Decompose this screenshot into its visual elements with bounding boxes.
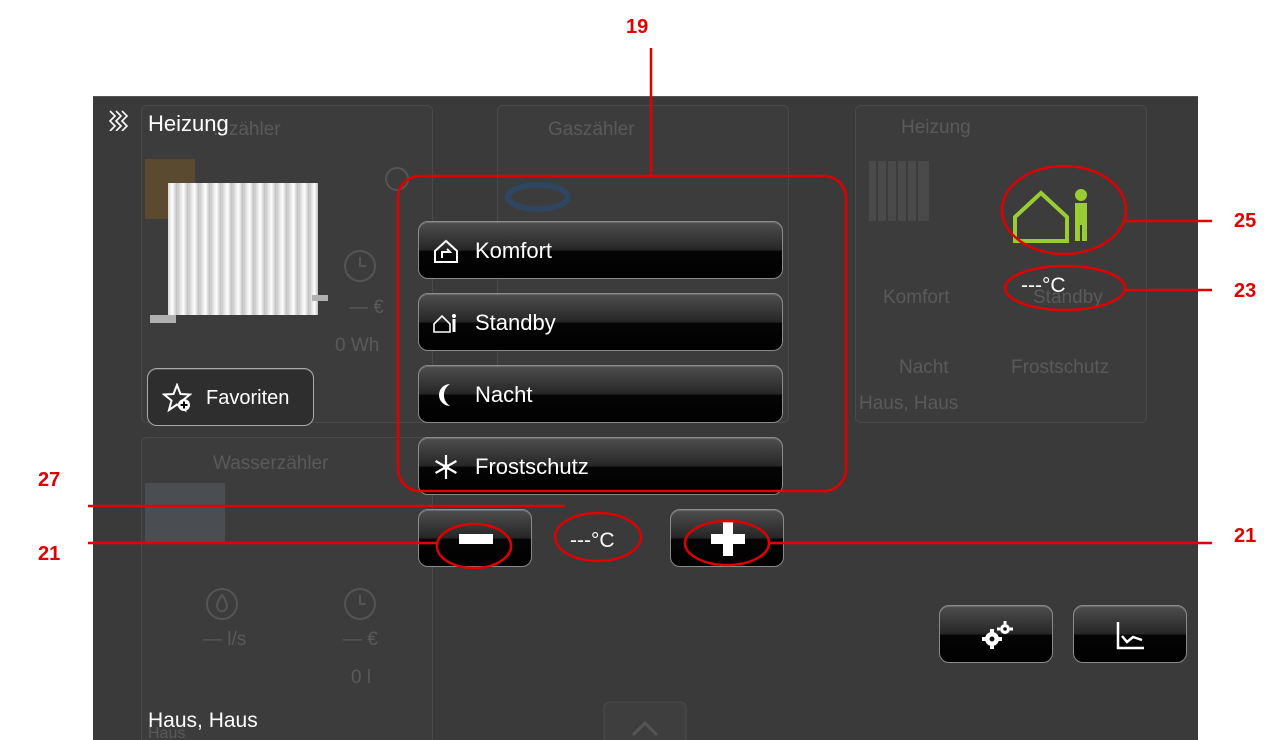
annotation-overlay	[88, 48, 1212, 570]
